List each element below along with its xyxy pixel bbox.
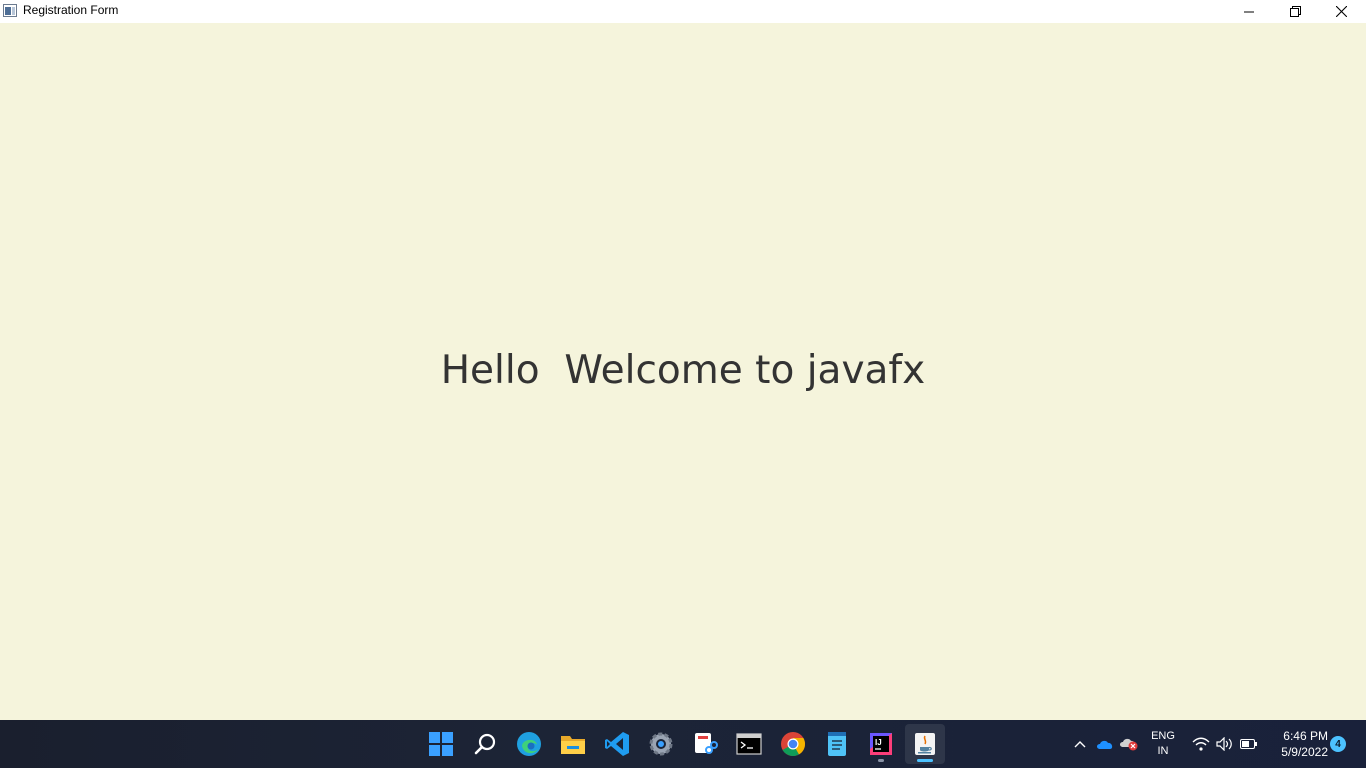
active-indicator: [917, 759, 933, 762]
minimize-button[interactable]: [1226, 0, 1272, 23]
restore-icon: [1289, 6, 1301, 17]
show-hidden-icons-button[interactable]: [1070, 720, 1090, 768]
clock-date: 5/9/2022: [1281, 745, 1328, 759]
snipping-tool-button[interactable]: [685, 724, 725, 764]
chevron-up-icon: [1074, 741, 1086, 748]
language-code: ENG: [1151, 730, 1175, 742]
title-bar: Registration Form: [0, 0, 1366, 23]
wifi-tray-button[interactable]: [1190, 720, 1212, 768]
welcome-label: Hello Welcome to javafx: [440, 348, 926, 393]
clock-time: 6:46 PM: [1283, 729, 1328, 743]
window-title: Registration Form: [23, 3, 119, 17]
onedrive-icon: [1097, 740, 1113, 749]
close-button[interactable]: [1318, 0, 1364, 23]
chrome-button[interactable]: [773, 724, 813, 764]
input-language-button[interactable]: ENG IN: [1146, 720, 1180, 768]
terminal-button[interactable]: [729, 724, 769, 764]
close-icon: [1335, 6, 1347, 17]
taskbar: IJ ENG IN 6:46 PM 5/9/2022: [0, 720, 1366, 768]
svg-text:IJ: IJ: [875, 738, 882, 747]
volume-tray-button[interactable]: [1214, 720, 1236, 768]
minimize-icon: [1244, 11, 1254, 12]
wifi-icon: [1192, 737, 1210, 751]
java-app-button[interactable]: [905, 724, 945, 764]
intellij-button[interactable]: IJ: [861, 724, 901, 764]
battery-icon: [1240, 739, 1257, 749]
terminal-icon: [736, 733, 762, 755]
app-content: Hello Welcome to javafx: [0, 23, 1366, 720]
notepad-icon: [828, 732, 846, 756]
start-icon: [429, 732, 453, 756]
chrome-icon: [781, 732, 806, 757]
settings-button[interactable]: [641, 724, 681, 764]
settings-icon: [649, 732, 673, 756]
edge-icon: [517, 732, 541, 756]
snipping-tool-icon: [695, 733, 718, 754]
start-button[interactable]: [421, 724, 461, 764]
notepad-button[interactable]: [817, 724, 857, 764]
app-window-icon: [3, 4, 17, 17]
java-icon: [915, 733, 935, 755]
search-button[interactable]: [465, 724, 505, 764]
search-icon: [474, 733, 496, 755]
notification-badge[interactable]: 4: [1330, 736, 1346, 752]
running-indicator: [878, 759, 884, 762]
onedrive-tray-button[interactable]: [1095, 720, 1115, 768]
battery-tray-button[interactable]: [1238, 720, 1260, 768]
file-explorer-button[interactable]: [553, 724, 593, 764]
region-code: IN: [1157, 745, 1169, 757]
vscode-icon: [605, 732, 629, 756]
intellij-icon: IJ: [870, 733, 892, 755]
file-explorer-icon: [561, 736, 585, 754]
cloud-error-icon: [1120, 738, 1138, 751]
edge-button[interactable]: [509, 724, 549, 764]
volume-icon: [1216, 737, 1232, 751]
clock-button[interactable]: 6:46 PM 5/9/2022: [1268, 720, 1328, 768]
vscode-button[interactable]: [597, 724, 637, 764]
onedrive-error-tray-button[interactable]: [1118, 720, 1140, 768]
restore-button[interactable]: [1272, 0, 1318, 23]
